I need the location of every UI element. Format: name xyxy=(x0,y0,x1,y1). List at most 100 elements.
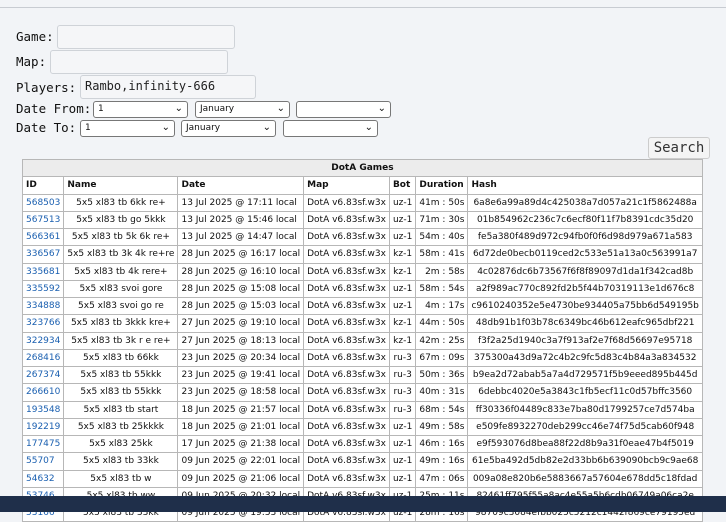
game-bot: uz-1 xyxy=(388,296,417,316)
game-hash: 009a08e820b6e5883667a57604e678dd5c18fdad xyxy=(467,469,703,488)
game-date: 13 Jul 2025 @ 14:47 local xyxy=(177,227,305,247)
from-day-value: 1 xyxy=(98,104,104,114)
table-row: 334888 5x5 xl83 svoi go re 28 Jun 2025 @ 1… xyxy=(21,296,703,316)
table-row: 55707 5x5 xl83 tb 33kk 09 Jun 2025 @ 22:01… xyxy=(21,452,703,471)
game-name: 5x5 xl83 25kk xyxy=(63,434,179,454)
map-input[interactable] xyxy=(50,50,228,74)
game-id-link[interactable]: 334888 xyxy=(26,301,60,311)
column-header-id[interactable]: ID xyxy=(21,176,65,195)
game-id-cell: 323766 xyxy=(21,314,65,333)
game-name: 5x5 xl83 tb 5k 6k re+ xyxy=(63,227,179,247)
to-day-select[interactable]: 1 ⌄ xyxy=(80,120,175,137)
to-year-select[interactable]: ⌄ xyxy=(283,120,378,137)
game-map: DotA v6.83sf.w3x xyxy=(303,348,390,368)
game-hash: 61e5ba492d5db82e2d33bb6b639090bcb9c9ae68 xyxy=(467,452,703,471)
game-id-link[interactable]: 568503 xyxy=(26,198,60,208)
column-header-date[interactable]: Date xyxy=(177,176,305,195)
game-id-link[interactable]: 267374 xyxy=(26,370,60,380)
to-month-value: January xyxy=(186,123,221,133)
game-bot: uz-1 xyxy=(388,469,417,488)
game-id-link[interactable]: 192219 xyxy=(26,422,60,432)
game-map: DotA v6.83sf.w3x xyxy=(303,417,390,437)
game-bot: kz-1 xyxy=(388,331,417,350)
game-name: 5x5 xl83 tb 33kk xyxy=(63,452,179,471)
column-header-name[interactable]: Name xyxy=(63,176,179,195)
game-hash: fe5a380f489d972c94fb0f0f6d98d979a671a583 xyxy=(467,227,703,247)
table-row: 335681 5x5 xl83 tb 4k rere+ 28 Jun 2025 @ … xyxy=(21,262,703,281)
game-id-cell: 267374 xyxy=(21,365,65,385)
search-button[interactable]: Search xyxy=(648,137,710,159)
game-duration: 50m : 36s xyxy=(415,365,469,385)
game-id-cell: 567513 xyxy=(21,210,65,230)
game-date: 18 Jun 2025 @ 21:57 local xyxy=(177,400,305,419)
game-map: DotA v6.83sf.w3x xyxy=(303,314,390,333)
game-name: 5x5 xl83 svoi go re xyxy=(63,296,179,316)
game-id-link[interactable]: 193548 xyxy=(26,405,60,415)
game-duration: 41m : 50s xyxy=(415,193,469,212)
game-hash: 375300a43d9a72c4b2c9fc5d83c4b84a3a834532 xyxy=(467,348,703,368)
game-id-cell: 54632 xyxy=(21,469,65,488)
game-id-link[interactable]: 566361 xyxy=(26,232,60,242)
game-id-link[interactable]: 335681 xyxy=(26,267,60,277)
game-id-link[interactable]: 322934 xyxy=(26,336,60,346)
table-caption: DotA Games xyxy=(22,158,703,178)
game-id-cell: 334888 xyxy=(21,296,65,316)
game-name: 5x5 xl83 tb 55kkk xyxy=(63,365,179,385)
game-duration: 67m : 09s xyxy=(415,348,469,368)
game-id-link[interactable]: 177475 xyxy=(26,439,60,449)
game-date: 23 Jun 2025 @ 18:58 local xyxy=(177,383,305,402)
from-month-select[interactable]: January ⌄ xyxy=(195,101,290,118)
to-month-select[interactable]: January ⌄ xyxy=(181,120,276,137)
game-date: 17 Jun 2025 @ 21:38 local xyxy=(177,434,305,454)
from-day-select[interactable]: 1 ⌄ xyxy=(93,101,188,118)
table-row: 267374 5x5 xl83 tb 55kkk 23 Jun 2025 @ 19:… xyxy=(21,365,703,385)
game-id-cell: 266610 xyxy=(21,383,65,402)
game-date: 13 Jul 2025 @ 15:46 local xyxy=(177,210,305,230)
game-bot: ru-3 xyxy=(388,348,417,368)
game-id-link[interactable]: 266610 xyxy=(26,387,60,397)
players-input[interactable]: Rambo,infinity-666 xyxy=(80,75,256,99)
game-id-cell: 322934 xyxy=(21,331,65,350)
map-label: Map: xyxy=(16,54,47,69)
game-name: 5x5 xl83 tb w xyxy=(63,469,179,488)
game-hash: ff30336f04489c833e7ba80d1799257ce7d574ba xyxy=(467,400,703,419)
game-hash: 4c02876dc6b73567f6f8f89097d1da1f342cad8b xyxy=(467,262,703,281)
game-bot: uz-1 xyxy=(388,417,417,437)
game-date: 27 Jun 2025 @ 19:10 local xyxy=(177,314,305,333)
game-date: 23 Jun 2025 @ 19:41 local xyxy=(177,365,305,385)
to-day-value: 1 xyxy=(85,123,91,133)
chevron-down-icon: ⌄ xyxy=(161,122,170,133)
game-bot: uz-1 xyxy=(388,434,417,454)
game-id-link[interactable]: 55707 xyxy=(26,456,55,466)
game-name: 5x5 xl83 tb 3kkk kre+ xyxy=(63,314,179,333)
game-id-link[interactable]: 335592 xyxy=(26,284,60,294)
game-bot: uz-1 xyxy=(388,210,417,230)
game-id-link[interactable]: 336567 xyxy=(26,249,60,259)
game-hash: 01b854962c236c7c6ecf80f11f7b8391cdc35d20 xyxy=(467,210,703,230)
chevron-down-icon: ⌄ xyxy=(262,122,271,133)
game-duration: 68m : 54s xyxy=(415,400,469,419)
column-header-duration[interactable]: Duration xyxy=(415,176,469,195)
table-row: 336567 5x5 xl83 tb 3k 4k re+re 28 Jun 2025… xyxy=(21,245,703,264)
column-header-hash[interactable]: Hash xyxy=(467,176,703,195)
game-id-cell: 568503 xyxy=(21,193,65,212)
game-input[interactable] xyxy=(57,25,235,49)
from-month-value: January xyxy=(200,104,235,114)
game-duration: 49m : 58s xyxy=(415,417,469,437)
game-hash: e509fe8932270deb299cc46e74f75d5cab60f948 xyxy=(467,417,703,437)
game-date: 27 Jun 2025 @ 18:13 local xyxy=(177,331,305,350)
game-id-link[interactable]: 323766 xyxy=(26,318,60,328)
game-id-link[interactable]: 54632 xyxy=(26,474,55,484)
game-id-link[interactable]: 268416 xyxy=(26,353,60,363)
game-id-cell: 335681 xyxy=(21,262,65,281)
table-row: 192219 5x5 xl83 tb 25kkkk 18 Jun 2025 @ 21… xyxy=(21,417,703,437)
column-header-map[interactable]: Map xyxy=(303,176,390,195)
from-year-select[interactable]: ⌄ xyxy=(296,101,391,118)
game-id-link[interactable]: 567513 xyxy=(26,215,60,225)
game-hash: e9f593076d8bea88f22d8b9a31f0eae47b4f5019 xyxy=(467,434,703,454)
game-hash: c9610240352e5e4730be934405a75bb6d549195b xyxy=(467,296,703,316)
game-date: 18 Jun 2025 @ 21:01 local xyxy=(177,417,305,437)
column-header-bot[interactable]: Bot xyxy=(388,176,417,195)
chevron-down-icon: ⌄ xyxy=(364,122,373,133)
game-duration: 58m : 41s xyxy=(415,245,469,264)
